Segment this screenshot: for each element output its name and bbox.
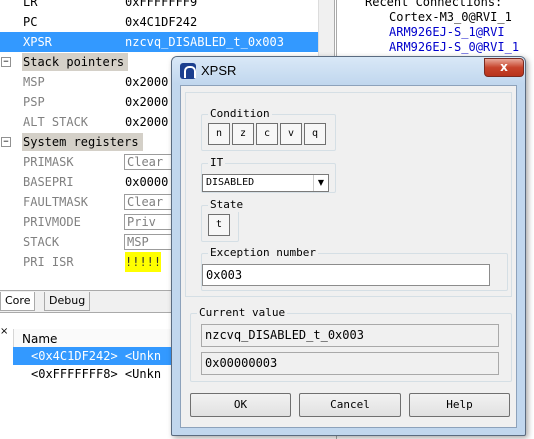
register-name: PSP (23, 95, 45, 109)
tab-core[interactable]: Core (0, 292, 36, 311)
group-caption: State (208, 198, 246, 212)
group-label: Stack pointers (22, 53, 129, 71)
group-caption: Current value (197, 306, 288, 320)
field-editor-panel: Condition n z c v q IT DISABLED ▼ State (185, 92, 512, 297)
group-caption: Condition (208, 107, 272, 121)
register-value: 0xFFFFFFF9 (125, 0, 198, 9)
collapse-toggle-icon[interactable]: − (1, 57, 11, 67)
register-name: STACK (23, 235, 60, 249)
ok-button[interactable]: OK (190, 393, 291, 417)
cancel-button[interactable]: Cancel (299, 393, 401, 417)
flag-c-toggle[interactable]: c (256, 123, 278, 145)
tab-debug[interactable]: Debug (44, 292, 91, 311)
exception-number-group: Exception number 0x003 (201, 246, 508, 291)
help-button[interactable]: Help (409, 393, 510, 417)
xpsr-dialog: XPSR x Condition n z c v q IT DISABLED ▼ (171, 56, 526, 436)
group-label: System registers (22, 133, 143, 151)
state-group: State t (201, 198, 246, 242)
exception-number-input[interactable]: 0x003 (202, 264, 490, 286)
flag-v-toggle[interactable]: v (280, 123, 302, 145)
current-value-symbolic: nzcvq_DISABLED_t_0x003 (201, 324, 499, 347)
register-value: 0x2000 (125, 115, 169, 129)
dialog-client: Condition n z c v q IT DISABLED ▼ State (180, 85, 517, 428)
flag-n-toggle[interactable]: n (208, 123, 230, 145)
connection-link[interactable]: ARM926EJ-S_1@RVI (389, 24, 505, 40)
current-value-group: Current value nzcvq_DISABLED_t_0x003 0x0… (190, 306, 512, 382)
condition-group: Condition n z c v q (201, 107, 336, 151)
call-stack-row[interactable]: <0xFFFFFFF8> <Unkn (13, 365, 190, 383)
dialog-titlebar[interactable]: XPSR x (172, 57, 525, 84)
register-name: PRI ISR (23, 255, 74, 269)
register-name: MSP (23, 75, 45, 89)
register-name: PRIMASK (23, 155, 74, 169)
flag-t-toggle[interactable]: t (208, 214, 230, 236)
flag-z-toggle[interactable]: z (232, 123, 254, 145)
app-logo-icon (180, 63, 196, 79)
condition-flags: n z c v q (208, 123, 332, 145)
flag-q-toggle[interactable]: q (304, 123, 326, 145)
register-row-xpsr[interactable]: XPSR nzcvq_DISABLED_t_0x003 (0, 32, 318, 52)
register-name: XPSR (23, 35, 52, 49)
call-stack-view: × Name <0x4C1DF242> <Unkn <0xFFFFFFF8> <… (0, 312, 190, 439)
it-group: IT DISABLED ▼ (201, 156, 336, 193)
connection-item[interactable]: Cortex-M3_0@RVI_1 (389, 9, 512, 25)
group-caption: Exception number (208, 246, 318, 260)
connection-link[interactable]: ARM926EJ-S_0@RVI_1 (389, 39, 519, 55)
register-row-pc[interactable]: PC 0x4C1DF242 (0, 12, 334, 32)
register-value-highlighted: !!!!! (125, 252, 162, 272)
register-name: FAULTMASK (23, 195, 89, 209)
close-button[interactable]: x (484, 58, 524, 77)
group-caption: IT (208, 156, 226, 170)
close-icon[interactable]: × (0, 327, 9, 339)
register-name: PRIVMODE (23, 215, 81, 229)
register-name: LR (23, 0, 38, 9)
register-value: 0x2000 (125, 75, 169, 89)
it-select-value: DISABLED (206, 177, 255, 188)
current-value-hex: 0x00000003 (201, 352, 499, 375)
register-name: BASEPRI (23, 175, 74, 189)
collapse-toggle-icon[interactable]: − (1, 137, 11, 147)
register-name: ALT STACK (23, 115, 89, 129)
register-value: 0x4C1DF242 (125, 15, 198, 29)
register-value: nzcvq_DISABLED_t_0x003 (125, 35, 284, 49)
register-name: PC (23, 15, 38, 29)
register-row-lr[interactable]: LR 0xFFFFFFF9 (0, 0, 334, 12)
it-select[interactable]: DISABLED ▼ (202, 174, 329, 192)
dialog-title: XPSR (201, 63, 237, 78)
chevron-down-icon[interactable]: ▼ (313, 175, 328, 191)
call-stack-row[interactable]: <0x4C1DF242> <Unkn (13, 347, 190, 365)
register-value: 0x2000 (125, 95, 169, 109)
register-value: 0x0000 (125, 175, 169, 189)
